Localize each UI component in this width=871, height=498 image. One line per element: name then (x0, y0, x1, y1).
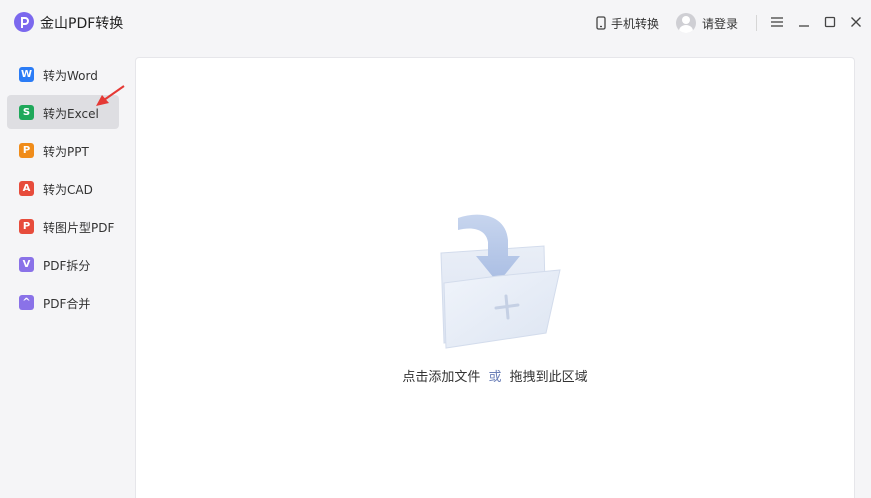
split-icon: V (19, 257, 34, 272)
close-icon (851, 17, 861, 27)
drop-text-or: 或 (488, 370, 502, 385)
drop-zone[interactable]: 点击添加文件 或 拖拽到此区域 (135, 57, 855, 498)
merge-icon: ^ (19, 295, 34, 310)
avatar (676, 13, 696, 33)
menu-button[interactable] (768, 13, 786, 31)
word-icon: W (19, 67, 34, 82)
app-title: 金山PDF转换 (40, 16, 124, 32)
close-button[interactable] (847, 13, 865, 31)
excel-icon: S (19, 105, 34, 120)
image-pdf-icon: P (19, 219, 34, 234)
minimize-icon (799, 25, 809, 27)
sidebar-item-label: 转为PPT (43, 145, 89, 159)
pdf-logo-icon (14, 12, 34, 32)
sidebar-item-label: PDF合并 (43, 297, 91, 311)
login-label: 请登录 (702, 16, 739, 31)
mobile-convert-label: 手机转换 (611, 16, 660, 31)
annotation-arrow-icon (96, 85, 125, 106)
phone-icon (596, 16, 606, 30)
drop-text-pre: 点击添加文件 (402, 370, 481, 385)
maximize-icon (824, 16, 836, 28)
sidebar-item-split[interactable]: V PDF拆分 (7, 247, 119, 281)
drop-text-post: 拖拽到此区域 (509, 370, 588, 385)
sidebar-item-label: 转图片型PDF (43, 221, 115, 235)
minimize-button[interactable] (795, 13, 813, 31)
ppt-icon: P (19, 143, 34, 158)
login-button[interactable]: 请登录 (676, 12, 738, 34)
drop-hint-text: 点击添加文件 或 拖拽到此区域 (136, 366, 854, 385)
sidebar-item-label: 转为CAD (43, 183, 93, 197)
sidebar-item-ppt[interactable]: P 转为PPT (7, 133, 119, 167)
sidebar-item-label: PDF拆分 (43, 259, 91, 273)
mobile-convert-button[interactable]: 手机转换 (595, 14, 659, 32)
sidebar-item-merge[interactable]: ^ PDF合并 (7, 285, 119, 319)
title-bar: 金山PDF转换 手机转换 请登录 (0, 0, 871, 46)
menu-icon (771, 17, 783, 27)
maximize-button[interactable] (821, 13, 839, 31)
sidebar-item-image-pdf[interactable]: P 转图片型PDF (7, 209, 119, 243)
cad-icon: A (19, 181, 34, 196)
sidebar-item-cad[interactable]: A 转为CAD (7, 171, 119, 205)
header-divider (756, 15, 757, 31)
add-file-folder-icon[interactable] (436, 208, 566, 353)
